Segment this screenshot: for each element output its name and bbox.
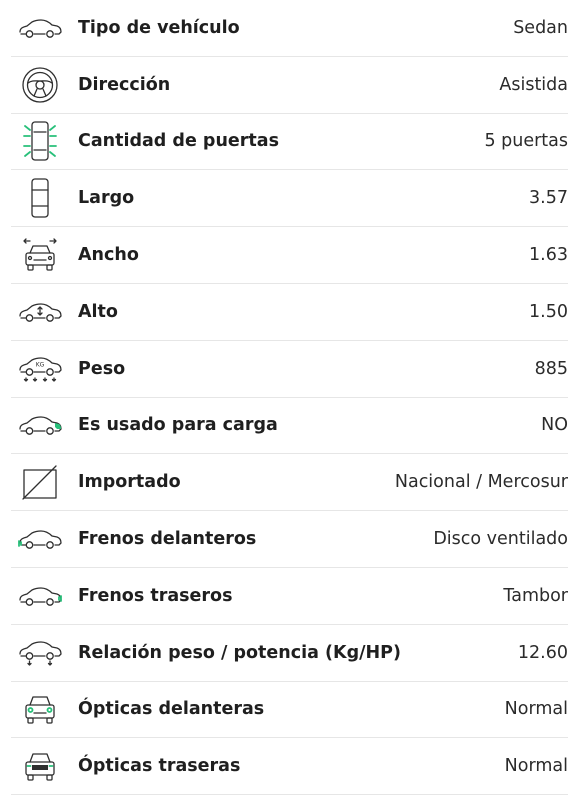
kg-text: KG [36,361,45,368]
car-width-icon [17,235,63,275]
steering-wheel-icon [17,65,63,105]
spec-label: Peso [78,358,126,379]
rear-lights-icon [17,746,63,786]
spec-value: Normal [504,699,568,720]
vehicle-specs-list: Tipo de vehículo Sedan Dirección Asistid… [0,0,586,796]
car-weight-icon: KG [17,349,63,389]
spec-row-peso-potencia: Relación peso / potencia (Kg/HP) 12.60 [11,625,568,682]
car-doors-icon [17,121,63,162]
spec-row-frenos-delanteros: Frenos delanteros Disco ventilado [11,511,568,568]
spec-label: Largo [78,188,135,209]
spec-value: 12.60 [517,642,568,663]
spec-row-frenos-traseros: Frenos traseros Tambor [11,568,568,625]
spec-value: NO [541,415,568,436]
spec-label: Cantidad de puertas [78,131,279,152]
spec-row-importado: Importado Nacional / Mercosur [11,454,568,512]
spec-row-opticas-traseras: Ópticas traseras Normal [11,738,568,796]
rear-brakes-icon [17,576,63,616]
imported-crossed-icon [17,462,63,502]
spec-label: Ancho [78,245,139,266]
spec-label: Frenos traseros [78,585,233,606]
front-lights-icon [17,689,63,729]
spec-row-puertas: Cantidad de puertas 5 puertas [11,114,568,171]
weight-power-icon [17,633,63,673]
spec-value: Normal [504,756,568,777]
spec-value: 885 [534,358,568,379]
spec-row-opticas-delanteras: Ópticas delanteras Normal [11,682,568,739]
spec-value: Tambor [503,585,568,606]
spec-value: Disco ventilado [433,529,568,550]
spec-label: Ópticas delanteras [78,699,265,720]
spec-value: Sedan [513,17,568,38]
spec-row-peso: KG Peso 885 [11,341,568,398]
spec-label: Alto [78,301,118,322]
car-side-icon [17,8,63,48]
spec-label: Dirección [78,74,171,95]
car-length-icon [17,178,63,218]
spec-row-carga: Es usado para carga NO [11,398,568,455]
car-height-icon [17,292,63,332]
spec-label: Tipo de vehículo [78,17,240,38]
front-brakes-icon [17,519,63,559]
spec-value: 5 puertas [484,131,568,152]
spec-row-tipo-vehiculo: Tipo de vehículo Sedan [11,0,568,57]
spec-row-ancho: Ancho 1.63 [11,227,568,284]
spec-row-direccion: Dirección Asistida [11,57,568,114]
spec-label: Ópticas traseras [78,756,241,777]
spec-value: Asistida [499,74,568,95]
spec-value: Nacional / Mercosur [394,472,568,493]
spec-label: Relación peso / potencia (Kg/HP) [78,642,401,663]
spec-row-alto: Alto 1.50 [11,284,568,341]
spec-value: 1.63 [529,245,568,266]
spec-value: 1.50 [529,301,568,322]
car-cargo-icon [17,405,63,445]
spec-label: Frenos delanteros [78,529,257,550]
spec-row-largo: Largo 3.57 [11,170,568,228]
spec-value: 3.57 [529,188,568,209]
spec-label: Importado [78,472,181,493]
spec-label: Es usado para carga [78,415,278,436]
